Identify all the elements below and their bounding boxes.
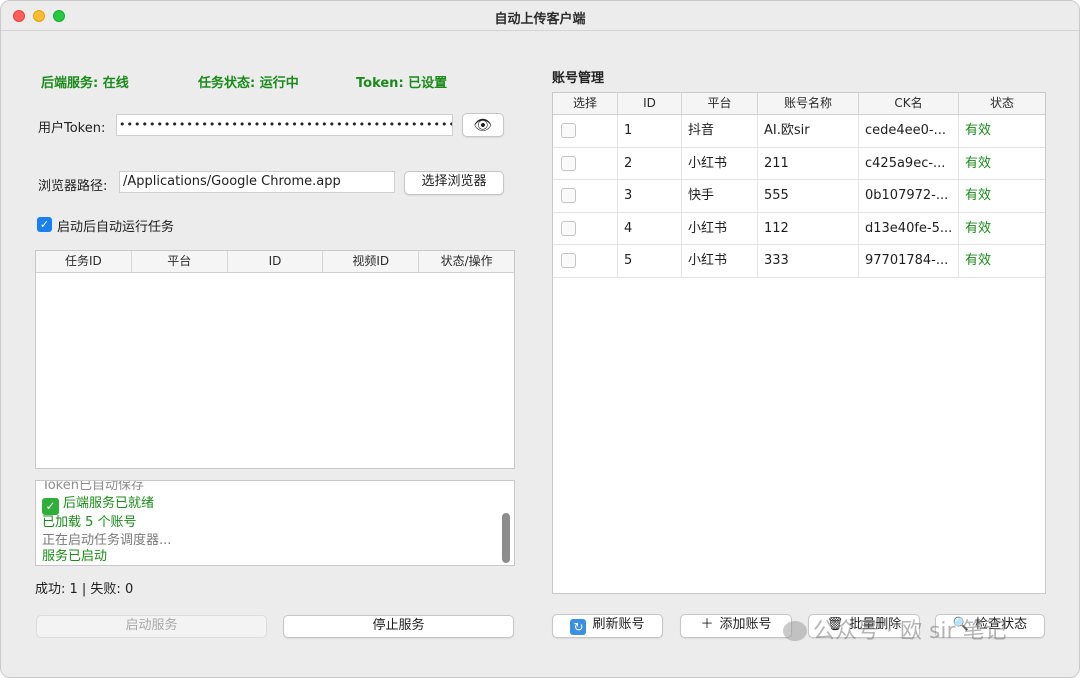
cell-ck-name: d13e40fe-5... <box>859 212 959 244</box>
cell-status: 有效 <box>965 253 992 268</box>
task-table-header: 任务ID 平台 ID 视频ID 状态/操作 <box>36 251 514 273</box>
acct-col-status[interactable]: 状态 <box>959 93 1045 114</box>
row-checkbox[interactable] <box>561 220 576 236</box>
cell-ck-name: c425a9ec-... <box>859 147 959 179</box>
trash-icon: 🗑 <box>826 617 844 632</box>
table-row[interactable]: 2 小红书 211 c425a9ec-... 有效 <box>553 147 1045 180</box>
cell-account-name: 112 <box>758 212 859 244</box>
eye-icon: 👁 <box>473 116 493 134</box>
cell-status: 有效 <box>965 220 992 236</box>
task-col-video-id[interactable]: 视频ID <box>323 251 420 272</box>
token-status: Token: 已设置 <box>356 76 448 91</box>
cell-ck-name: 0b107972-... <box>859 180 959 212</box>
task-table: 任务ID 平台 ID 视频ID 状态/操作 <box>35 250 515 469</box>
log-line: 已加载 5 个账号 <box>42 515 137 530</box>
browser-path-label: 浏览器路径: <box>38 179 108 194</box>
cell-id: 1 <box>618 115 682 147</box>
table-row[interactable]: 4 小红书 112 d13e40fe-5... 有效 <box>553 212 1045 245</box>
task-col-id[interactable]: ID <box>228 251 324 272</box>
row-checkbox[interactable] <box>561 123 576 138</box>
cell-ck-name: cede4ee0-... <box>859 115 959 147</box>
cell-platform: 小红书 <box>682 147 758 179</box>
cell-ck-name: 97701784-... <box>859 245 959 277</box>
task-col-task-id[interactable]: 任务ID <box>36 251 132 272</box>
cell-platform: 快手 <box>682 180 758 212</box>
window-title: 自动上传客户端 <box>494 12 586 27</box>
auto-run-checkbox[interactable]: ✓ <box>37 217 52 232</box>
token-input[interactable]: ••••••••••••••••••••••••••••••••••••••••… <box>116 114 453 136</box>
title-bar: 自动上传客户端 <box>1 1 1079 31</box>
log-scrollbar[interactable] <box>502 513 510 563</box>
select-browser-button[interactable]: 选择浏览器 <box>404 171 504 195</box>
stop-service-button[interactable]: 停止服务 <box>283 615 514 638</box>
cell-platform: 小红书 <box>682 245 758 277</box>
browser-path-input[interactable]: /Applications/Google Chrome.app <box>119 171 395 193</box>
cell-status: 有效 <box>965 155 992 171</box>
task-status: 任务状态: 运行中 <box>198 76 299 91</box>
acct-col-ck-name[interactable]: CK名 <box>859 93 959 114</box>
table-row[interactable]: 1 抖音 AI.欧sir cede4ee0-... 有效 <box>553 115 1045 148</box>
cell-platform: 小红书 <box>682 212 758 244</box>
acct-col-account-name[interactable]: 账号名称 <box>758 93 859 114</box>
refresh-accounts-button[interactable]: ↻ 刷新账号 <box>552 614 663 638</box>
cell-account-name: 333 <box>758 245 859 277</box>
cell-account-name: AI.欧sir <box>758 115 859 147</box>
batch-delete-button[interactable]: 🗑 批量删除 <box>808 614 920 638</box>
magnifier-icon: 🔍 <box>952 617 970 632</box>
account-table-header: 选择 ID 平台 账号名称 CK名 状态 <box>553 93 1045 115</box>
row-checkbox[interactable] <box>561 253 576 268</box>
account-management-title: 账号管理 <box>552 71 605 86</box>
cell-id: 4 <box>618 212 682 244</box>
cell-id: 5 <box>618 245 682 277</box>
table-row[interactable]: 3 快手 555 0b107972-... 有效 <box>553 180 1045 213</box>
add-account-button[interactable]: ＋添加账号 <box>680 614 792 638</box>
acct-col-platform[interactable]: 平台 <box>682 93 758 114</box>
plus-icon: ＋ <box>700 617 714 632</box>
cell-id: 2 <box>618 147 682 179</box>
task-col-status-action[interactable]: 状态/操作 <box>419 251 514 272</box>
token-label: 用户Token: <box>38 121 106 136</box>
check-status-button[interactable]: 🔍 检查状态 <box>935 614 1045 638</box>
acct-col-select[interactable]: 选择 <box>553 93 618 114</box>
acct-col-id[interactable]: ID <box>618 93 682 114</box>
result-counts: 成功: 1 | 失败: 0 <box>35 582 134 597</box>
cell-status: 有效 <box>965 123 992 138</box>
table-row[interactable]: 5 小红书 333 97701784-... 有效 <box>553 245 1045 278</box>
cell-status: 有效 <box>965 188 992 203</box>
cell-account-name: 555 <box>758 180 859 212</box>
cell-platform: 抖音 <box>682 115 758 147</box>
start-service-button[interactable]: 启动服务 <box>36 615 267 638</box>
log-line: 服务已启动 <box>42 549 108 564</box>
log-output[interactable]: Token已自动保存 ✓ 后端服务已就绪 已加载 5 个账号 正在启动任务调度器.… <box>35 480 515 566</box>
account-table: 选择 ID 平台 账号名称 CK名 状态 1 抖音 AI.欧sir cede4e… <box>552 92 1046 594</box>
cell-account-name: 211 <box>758 147 859 179</box>
refresh-icon: ↻ <box>570 619 587 635</box>
cell-id: 3 <box>618 180 682 212</box>
auto-run-label: 启动后自动运行任务 <box>57 220 175 235</box>
row-checkbox[interactable] <box>561 155 576 171</box>
app-window: 自动上传客户端 后端服务: 在线 任务状态: 运行中 Token: 已设置 用户… <box>0 0 1080 678</box>
row-checkbox[interactable] <box>561 188 576 203</box>
toggle-token-visibility-button[interactable]: 👁 <box>462 113 504 137</box>
backend-status: 后端服务: 在线 <box>41 76 129 91</box>
task-col-platform[interactable]: 平台 <box>132 251 228 272</box>
